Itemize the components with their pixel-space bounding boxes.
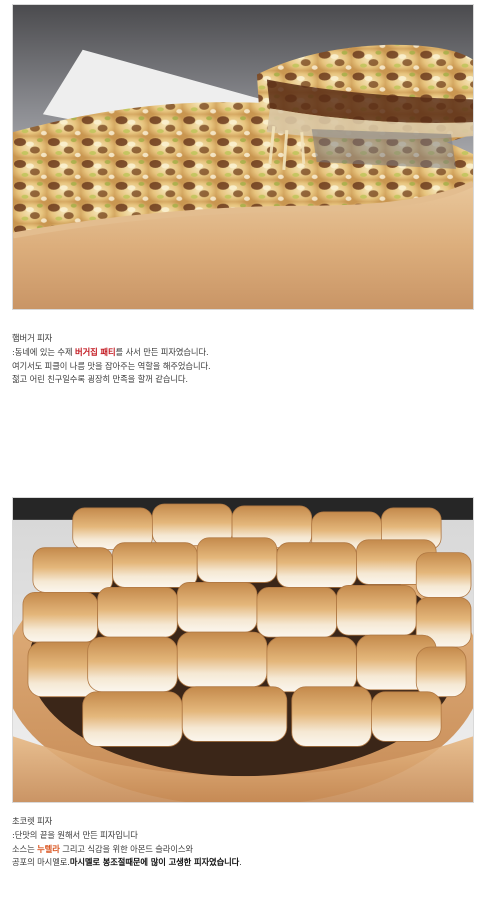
caption-line: 소스는 누텔라 그리고 식감을 위한 아몬드 슬라이스와 (12, 843, 482, 857)
caption-title: 햄버거 피자 (12, 333, 53, 343)
hamburger-pizza-photo (12, 4, 474, 310)
caption-line: :단맛의 끝을 원해서 만든 피자입니다 (12, 829, 138, 840)
hamburger-pizza-image (13, 5, 473, 309)
caption-line: 공포의 마시멜로.마시멜로 봉조절때문에 많이 고생한 피자였습니다. (12, 856, 482, 870)
caption-text: 공포의 마시멜로. (12, 857, 70, 868)
caption-line: :동네에 있는 수제 버거집 패티를 사서 만든 피자였습니다. (12, 346, 482, 360)
caption-text: 그리고 식감을 위한 아몬드 슬라이스와 (59, 843, 193, 854)
caption-line: 여기서도 피클이 나름 맛을 잡아주는 역할을 해주었습니다. (12, 360, 211, 371)
caption-title: 초코렛 피자 (12, 816, 53, 826)
chocolate-pizza-photo (12, 497, 474, 803)
caption-text: . (239, 857, 242, 868)
caption-text: :동네에 있는 수제 (12, 346, 76, 357)
chocolate-pizza-caption: 초코렛 피자 :단맛의 끝을 원해서 만든 피자입니다 소스는 누텔라 그리고 … (12, 815, 482, 870)
chocolate-pizza-image (13, 498, 473, 802)
caption-text: 를 사서 만든 피자였습니다. (115, 346, 209, 357)
bold-text: 마시멜로 봉조절때문에 많이 고생한 피자였습니다 (69, 857, 240, 868)
highlight-text: 버거집 패티 (75, 346, 116, 357)
caption-line: 젊고 어린 친구일수록 굉장히 만족을 할꺼 같습니다. (12, 374, 188, 385)
hamburger-pizza-caption: 햄버거 피자 :동네에 있는 수제 버거집 패티를 사서 만든 피자였습니다. … (12, 332, 482, 387)
highlight-text: 누텔라 (37, 843, 60, 854)
caption-text: 소스는 (12, 843, 38, 854)
